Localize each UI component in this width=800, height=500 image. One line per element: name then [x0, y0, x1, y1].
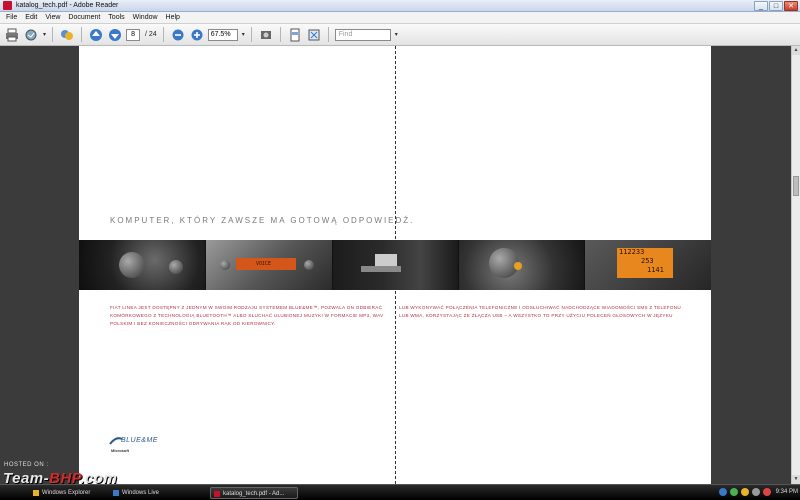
- window-title: katalog_tech.pdf - Adobe Reader: [16, 2, 119, 9]
- taskbar-item-explorer[interactable]: Windows Explorer: [30, 487, 105, 499]
- snapshot-icon[interactable]: [258, 27, 274, 43]
- toolbar-divider: [81, 27, 83, 42]
- document-area[interactable]: KOMPUTER, KTÓRY ZAWSZE MA GOTOWĄ ODPOWIE…: [0, 46, 800, 487]
- taskbar-item-live[interactable]: Windows Live: [110, 487, 190, 499]
- find-input[interactable]: Find: [334, 28, 391, 41]
- toolbar: ▾ 8 / 24 67.5% ▾ Find ▾: [0, 24, 800, 46]
- taskbar: Windows Explorer Windows Live katalog_te…: [0, 484, 800, 500]
- watermark-hosted: HOSTED ON :: [4, 462, 49, 468]
- print-icon[interactable]: [4, 27, 20, 43]
- system-tray: 9:34 PM: [718, 488, 798, 496]
- chevron-down-icon[interactable]: ▾: [43, 31, 46, 38]
- taskbar-item-reader[interactable]: katalog_tech.pdf - Ad...: [210, 487, 298, 499]
- toolbar-divider: [52, 27, 54, 42]
- photo-strip: VOICE 112233 253 1141: [79, 240, 711, 290]
- menu-window[interactable]: Window: [129, 14, 162, 21]
- title-bar: katalog_tech.pdf - Adobe Reader _ □ ✕: [0, 0, 800, 12]
- zoom-level-input[interactable]: 67.5%: [207, 28, 238, 41]
- maximize-button[interactable]: □: [769, 1, 783, 11]
- toolbar-divider: [162, 27, 164, 42]
- adobe-reader-icon: [214, 491, 220, 497]
- steering-controls-photo: [459, 240, 585, 290]
- page-heading: KOMPUTER, KTÓRY ZAWSZE MA GOTOWĄ ODPOWIE…: [110, 216, 415, 225]
- dash-display-bot: 1141: [647, 266, 664, 274]
- menu-view[interactable]: View: [41, 14, 64, 21]
- dashboard-display-photo: 112233 253 1141: [585, 240, 711, 290]
- window-icon: [113, 490, 119, 496]
- blue-and-me-logo: BLUE&ME Microsoft: [109, 432, 169, 454]
- scroll-down-arrow-icon[interactable]: ▼: [792, 475, 800, 484]
- page-number-input[interactable]: 8: [126, 28, 141, 41]
- folder-icon: [33, 490, 39, 496]
- logo-text: BLUE&ME: [121, 437, 158, 444]
- steering-wheel-photo: [79, 240, 206, 290]
- fit-page-icon[interactable]: [287, 27, 303, 43]
- menu-tools[interactable]: Tools: [104, 14, 128, 21]
- full-screen-icon[interactable]: [306, 27, 322, 43]
- voice-display: VOICE: [256, 261, 272, 267]
- page-count: / 24: [145, 31, 157, 38]
- menu-help[interactable]: Help: [162, 14, 184, 21]
- update-icon[interactable]: [740, 488, 749, 496]
- scroll-thumb[interactable]: [793, 176, 799, 196]
- zoom-in-icon[interactable]: [189, 27, 205, 43]
- pdf-page-spread: KOMPUTER, KTÓRY ZAWSZE MA GOTOWĄ ODPOWIE…: [79, 46, 711, 484]
- menu-file[interactable]: File: [2, 14, 21, 21]
- menu-bar: File Edit View Document Tools Window Hel…: [0, 12, 800, 24]
- menu-edit[interactable]: Edit: [21, 14, 41, 21]
- email-icon[interactable]: [23, 27, 39, 43]
- volume-icon[interactable]: [751, 488, 760, 496]
- security-icon[interactable]: [762, 488, 771, 496]
- usb-port-photo: [333, 240, 459, 290]
- vertical-scrollbar[interactable]: ▲ ▼: [791, 46, 800, 484]
- next-page-icon[interactable]: [107, 27, 123, 43]
- screen: katalog_tech.pdf - Adobe Reader _ □ ✕ Fi…: [0, 0, 800, 500]
- logo-subtext: Microsoft: [111, 448, 129, 453]
- toolbar-divider: [250, 27, 252, 42]
- zoom-out-icon[interactable]: [170, 27, 186, 43]
- minimize-button[interactable]: _: [754, 1, 768, 11]
- taskbar-item-label: katalog_tech.pdf - Ad...: [223, 491, 285, 497]
- help-icon[interactable]: [718, 488, 727, 496]
- body-text-left: FIAT LINEA JEST DOSTĘPNY Z JEDNYM W SWOI…: [110, 305, 384, 326]
- taskbar-item-label: Windows Explorer: [42, 490, 91, 496]
- taskbar-item-label: Windows Live: [122, 490, 160, 496]
- previous-page-icon[interactable]: [88, 27, 104, 43]
- menu-document[interactable]: Document: [64, 14, 104, 21]
- window-controls: _ □ ✕: [754, 1, 798, 11]
- adobe-reader-icon: [3, 1, 12, 10]
- radio-panel-photo: VOICE: [206, 240, 333, 290]
- body-text-right: LUB WYKONYWAĆ POŁĄCZENIA TELEFONICZNE I …: [399, 305, 681, 318]
- scroll-up-arrow-icon[interactable]: ▲: [792, 46, 800, 55]
- network-icon[interactable]: [729, 488, 738, 496]
- dash-display-top: 112233: [619, 248, 645, 256]
- chevron-down-icon[interactable]: ▾: [395, 31, 398, 38]
- toolbar-divider: [279, 27, 281, 42]
- close-button[interactable]: ✕: [784, 1, 798, 11]
- collaborate-icon[interactable]: [59, 27, 75, 43]
- clock: 9:34 PM: [775, 489, 798, 495]
- toolbar-divider: [327, 27, 329, 42]
- chevron-down-icon[interactable]: ▾: [242, 31, 245, 38]
- dash-display-mid: 253: [641, 257, 654, 265]
